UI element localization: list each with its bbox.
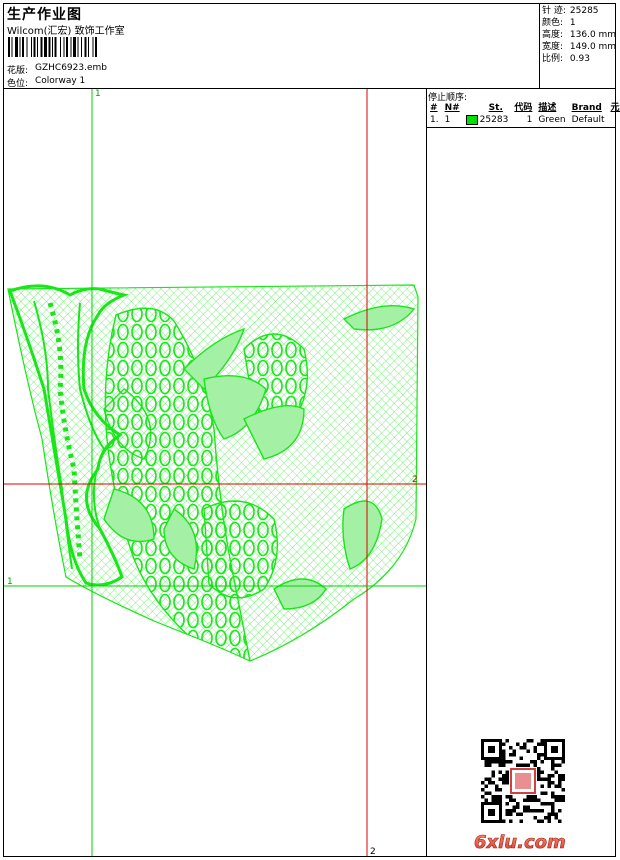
colorway-label: 色位: (7, 79, 29, 89)
row-stitches: 25283 (479, 115, 509, 125)
col-needle: N# (444, 103, 460, 113)
row-description: Green (538, 115, 566, 125)
stat-label: 宽度: (542, 42, 564, 52)
col-stitches: St. (488, 103, 503, 113)
page-title: 生产作业图 (7, 7, 82, 23)
stat-row: 针 迹: 25285 (542, 5, 616, 17)
guide-label-v1: 1 (95, 89, 101, 99)
stat-label: 比例: (542, 54, 564, 64)
company-name: Wilcom(汇宏) 致饰工作室 (7, 26, 125, 37)
stats-divider (539, 3, 540, 88)
stats-table: 针 迹: 25285 颜色: 1 高度: 136.0 mm 宽度: 149.0 mm 比… (542, 5, 616, 65)
row-code: 1 (526, 115, 533, 125)
col-element: 元素 (610, 103, 620, 113)
stat-row: 高度: 136.0 mm (542, 29, 616, 41)
stop-sequence-table: # N# St. 代码 描述 Brand 元素 1. 1 25283 1 Gre… (427, 102, 620, 126)
design-label: 花版: (7, 66, 29, 76)
stat-value: 1 (569, 18, 576, 28)
stat-value: 136.0 mm (569, 30, 617, 40)
embroidery-preview (4, 89, 426, 856)
design-file: GZHC6923.emb (35, 63, 107, 73)
stat-label: 颜色: (542, 18, 564, 28)
guide-label-v2: 2 (370, 847, 376, 857)
barcode (8, 37, 97, 57)
col-index: # (430, 103, 438, 113)
col-brand: Brand (571, 103, 602, 113)
stat-value: 0.93 (569, 54, 590, 64)
stat-row: 宽度: 149.0 mm (542, 41, 616, 53)
svg-text:6xiu.com: 6xiu.com (474, 832, 566, 853)
stat-label: 针 迹: (542, 6, 566, 16)
stat-row: 比例: 0.93 (542, 53, 616, 65)
col-code: 代码 (514, 103, 533, 113)
design-body (7, 284, 419, 662)
watermark-logo: 6xiu.com (474, 832, 566, 854)
guide-label-h1: 1 (7, 577, 13, 587)
qr-code (481, 739, 565, 823)
row-needle: 1 (444, 115, 451, 125)
col-description: 描述 (538, 103, 557, 113)
stop-table-divider (426, 127, 616, 128)
stat-row: 颜色: 1 (542, 17, 616, 29)
guide-label-h2: 2 (412, 475, 418, 485)
stat-value: 25285 (569, 6, 599, 16)
color-swatch (465, 114, 478, 125)
table-row: 1. 1 25283 1 Green Default (427, 114, 620, 126)
row-element (607, 114, 620, 126)
colorway-value: Colorway 1 (35, 76, 86, 86)
row-brand: Default (571, 115, 605, 125)
row-index: 1. (430, 115, 439, 125)
stat-value: 149.0 mm (569, 42, 617, 52)
panel-divider (426, 88, 427, 857)
stop-table-header: # N# St. 代码 描述 Brand 元素 (427, 102, 620, 114)
row-stitches-cell: 25283 (463, 114, 512, 126)
stat-label: 高度: (542, 30, 564, 40)
